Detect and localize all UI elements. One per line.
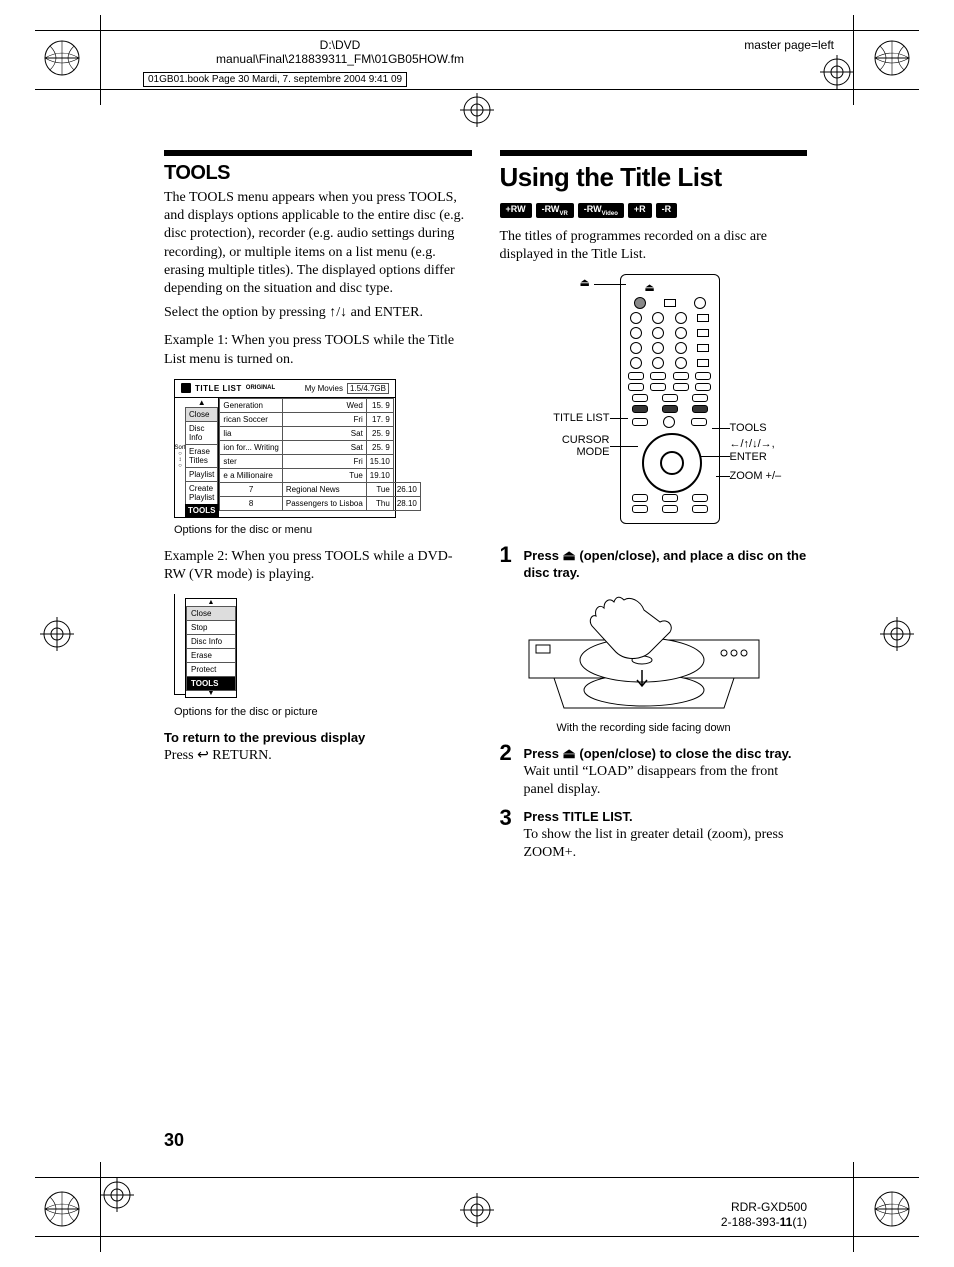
tag-plus-rw: +RW <box>500 203 532 218</box>
column-tools: TOOLS The TOOLS menu appears when you pr… <box>164 150 472 872</box>
menu-item: Erase <box>186 648 236 663</box>
table-row: liaSat25. 9 <box>220 426 420 440</box>
title-list-table: GenerationWed15. 9 rican SoccerFri17. 9 … <box>219 398 420 511</box>
registration-mark <box>460 1193 494 1227</box>
tag-minus-r: -R <box>656 203 678 218</box>
step-2: Press ⏏ (open/close) to close the disc t… <box>500 744 808 799</box>
ui-sort-label: Sort○↕○ <box>175 398 185 517</box>
section-heading-tools: TOOLS <box>164 162 472 185</box>
step-3: Press TITLE LIST. To show the list in gr… <box>500 809 808 862</box>
disc-type-tags: +RW -RWVR -RWVideo +R -R <box>500 203 808 218</box>
registration-mark <box>40 617 74 651</box>
table-row: 7Regional NewsTue26.10 <box>220 482 420 496</box>
tools-description: The TOOLS menu appears when you press TO… <box>164 189 472 298</box>
footer-model: RDR-GXD500 <box>721 1200 807 1216</box>
menu-item: Playlist <box>185 467 218 482</box>
menu-item: Close <box>185 407 218 422</box>
label-cursor-mode: CURSORMODE <box>544 434 610 458</box>
header-masterpage: master page=left <box>744 38 834 52</box>
footer-revision: 2-188-393-11(1) <box>721 1215 807 1231</box>
registration-mark <box>460 93 494 127</box>
header-book-info: 01GB01.book Page 30 Mardi, 7. septembre … <box>143 72 407 87</box>
tools-example-1-text: Example 1: When you press TOOLS while th… <box>164 332 472 368</box>
menu-footer: TOOLS <box>185 504 218 517</box>
tools-menu-example-2: ▲ Close Stop Disc Info Erase Protect TOO… <box>185 598 237 698</box>
header-path-2: manual\Final\218839311_FM\01GB05HOW.fm <box>180 52 500 66</box>
table-row: 8Passengers to LisboaThu28.10 <box>220 496 420 510</box>
eject-icon: ⏏ <box>563 745 576 761</box>
globe-icon <box>44 40 80 76</box>
menu-item: Protect <box>186 662 236 677</box>
example2-caption: Options for the disc or picture <box>174 706 472 718</box>
disc-insert-illustration <box>524 590 764 720</box>
menu-footer: TOOLS <box>186 676 236 691</box>
label-zoom: ZOOM +/– <box>730 470 782 482</box>
label-eject: ⏏ <box>580 276 590 289</box>
tag-minus-rw-video: -RWVideo <box>578 203 624 218</box>
ui-disc-name: My Movies <box>305 384 343 393</box>
menu-item: Create Playlist <box>185 481 218 505</box>
menu-item: Stop <box>186 620 236 635</box>
example1-caption: Options for the disc or menu <box>174 524 472 536</box>
ui-title: TITLE LIST <box>195 384 242 393</box>
menu-item: Disc Info <box>185 421 218 445</box>
menu-item: Disc Info <box>186 634 236 649</box>
return-icon: ↩ <box>197 748 209 763</box>
step-1: Press ⏏ (open/close), and place a disc o… <box>500 546 808 734</box>
step-1-caption: With the recording side facing down <box>524 722 764 734</box>
globe-icon <box>44 1191 80 1227</box>
label-arrows-enter: ←/↑/↓/→,ENTER <box>730 438 775 464</box>
disc-icon <box>181 383 191 393</box>
ui-capacity: 1.5/4.7GB <box>347 383 389 394</box>
section-heading-title-list: Using the Title List <box>500 162 808 193</box>
registration-mark <box>880 617 914 651</box>
table-row: ion for... WritingSat25. 9 <box>220 440 420 454</box>
title-list-intro: The titles of programmes recorded on a d… <box>500 228 808 264</box>
eject-icon: ⏏ <box>563 547 576 563</box>
title-list-ui-example: TITLE LIST ORIGINAL My Movies 1.5/4.7GB … <box>174 379 396 518</box>
tag-plus-r: +R <box>628 203 652 218</box>
table-row: sterFri15.10 <box>220 454 420 468</box>
ui-original-label: ORIGINAL <box>246 385 275 391</box>
column-title-list: Using the Title List +RW -RWVR -RWVideo … <box>500 150 808 872</box>
tools-example-2-text: Example 2: When you press TOOLS while a … <box>164 548 472 584</box>
table-row: rican SoccerFri17. 9 <box>220 412 420 426</box>
table-row: GenerationWed15. 9 <box>220 398 420 412</box>
header-path-1: D:\DVD <box>180 38 500 52</box>
tag-minus-rw-vr: -RWVR <box>536 203 574 218</box>
return-instruction: Press ↩ RETURN. <box>164 747 472 765</box>
remote-diagram: ⏏ ⏏ TITLE LIS <box>520 274 820 534</box>
return-heading: To return to the previous display <box>164 730 472 745</box>
menu-item: Close <box>186 606 236 621</box>
table-row: e a MillionaireTue19.10 <box>220 468 420 482</box>
label-title-list: TITLE LIST <box>530 412 610 424</box>
globe-icon <box>874 1191 910 1227</box>
registration-mark <box>100 1178 134 1212</box>
menu-item: Erase Titles <box>185 444 218 468</box>
tools-select-line: Select the option by pressing ↑/↓ and EN… <box>164 302 472 322</box>
globe-icon <box>874 40 910 76</box>
page-number: 30 <box>164 1130 184 1151</box>
label-tools: TOOLS <box>730 422 767 434</box>
